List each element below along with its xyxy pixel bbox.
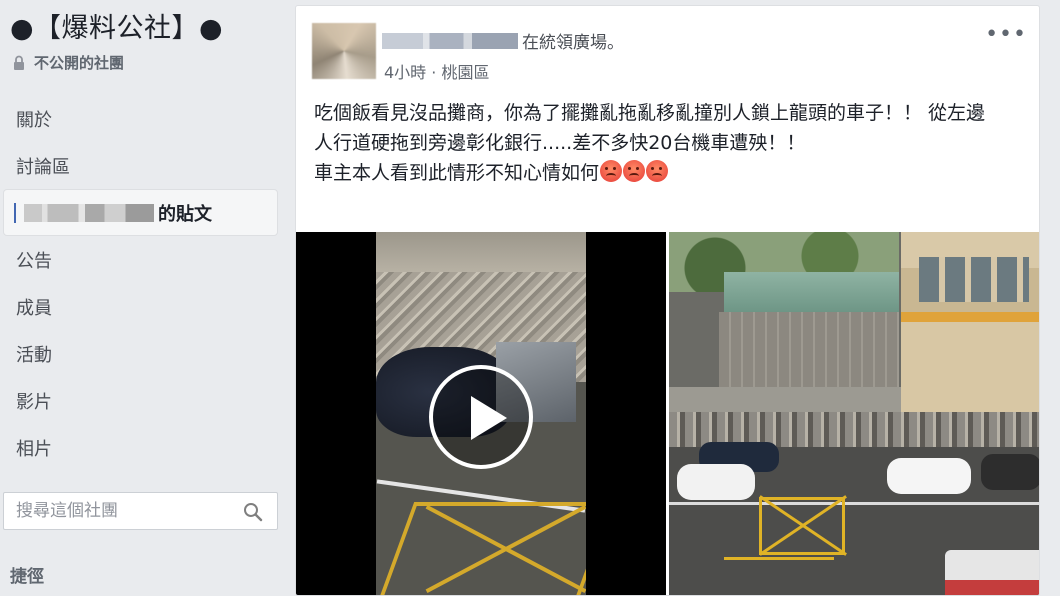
- shortcuts-heading: 捷徑: [10, 567, 44, 587]
- group-nav: 關於 討論區 的貼文 公告 成員 活動 影片 相片: [0, 95, 280, 471]
- photo-car: [887, 458, 971, 494]
- angry-emoji-icon: [646, 160, 669, 182]
- post-body: 吃個飯看見沒品攤商，你為了擺攤亂拖亂移亂撞別人鎖上龍頭的車子！！ 從左邊人行道硬…: [314, 98, 1004, 188]
- post-body-line2: 車主本人看到此情形不知心情如何: [314, 162, 600, 184]
- video-scene-building: [376, 232, 586, 272]
- photo-roof: [724, 272, 899, 312]
- author-avatar[interactable]: [312, 23, 376, 79]
- author-location-text[interactable]: 在統領廣場。: [522, 28, 624, 53]
- group-search-box: [3, 492, 278, 530]
- nav-item-about[interactable]: 關於: [0, 95, 280, 142]
- nav-item-announcements[interactable]: 公告: [0, 236, 280, 283]
- lock-icon: [12, 55, 26, 71]
- photo-yellow-line: [724, 557, 834, 560]
- nav-item-discussion[interactable]: 討論區: [0, 142, 280, 189]
- nav-item-your-posts-label: 的貼文: [158, 203, 212, 225]
- angry-emoji-icon: [623, 160, 646, 182]
- play-button-icon[interactable]: [429, 365, 533, 469]
- post-video[interactable]: [296, 232, 666, 595]
- photo-bus: [945, 550, 1039, 595]
- post-timestamp[interactable]: 4小時: [384, 63, 426, 82]
- nav-item-photos[interactable]: 相片: [0, 424, 280, 471]
- post-body-line1: 吃個飯看見沒品攤商，你為了擺攤亂拖亂移亂撞別人鎖上龍頭的車子！！ 從左邊人行道硬…: [314, 102, 986, 154]
- nav-item-your-posts[interactable]: 的貼文: [3, 189, 278, 236]
- blurred-username: [24, 203, 154, 222]
- search-icon[interactable]: [243, 502, 263, 522]
- angry-emoji-icon: [600, 160, 623, 182]
- nav-item-events[interactable]: 活動: [0, 330, 280, 377]
- privacy-label: 不公開的社團: [12, 52, 124, 73]
- post-header: 在統領廣場。: [382, 28, 624, 53]
- photo-wall: [669, 387, 909, 412]
- photo-car: [677, 464, 755, 500]
- more-options-icon[interactable]: •••: [985, 22, 1027, 47]
- nav-item-members[interactable]: 成員: [0, 283, 280, 330]
- video-scene-box-marking: [377, 502, 586, 595]
- group-search-input[interactable]: [16, 501, 236, 521]
- post-meta: 4小時 · 桃園區: [384, 59, 489, 83]
- post-photo[interactable]: [669, 232, 1039, 595]
- photo-windows: [919, 257, 1029, 302]
- photo-road-line: [669, 502, 1039, 505]
- photo-parking-lot: [719, 312, 899, 387]
- nav-item-videos[interactable]: 影片: [0, 377, 280, 424]
- meta-separator: ·: [431, 63, 437, 82]
- active-indicator: [14, 202, 16, 223]
- group-sidebar: ●【爆料公社】● 不公開的社團 關於 討論區 的貼文 公告 成員 活動 影片 相…: [0, 0, 285, 596]
- post-place[interactable]: 桃園區: [441, 63, 489, 82]
- photo-car: [981, 454, 1039, 490]
- post-card: 在統領廣場。 4小時 · 桃園區 ••• 吃個飯看見沒品攤商，你為了擺攤亂拖亂移…: [295, 5, 1040, 596]
- post-body-line2-row: 車主本人看到此情形不知心情如何: [314, 158, 1004, 188]
- privacy-text: 不公開的社團: [34, 54, 125, 72]
- group-title[interactable]: ●【爆料公社】●: [10, 6, 223, 45]
- blurred-author-name[interactable]: [382, 32, 518, 49]
